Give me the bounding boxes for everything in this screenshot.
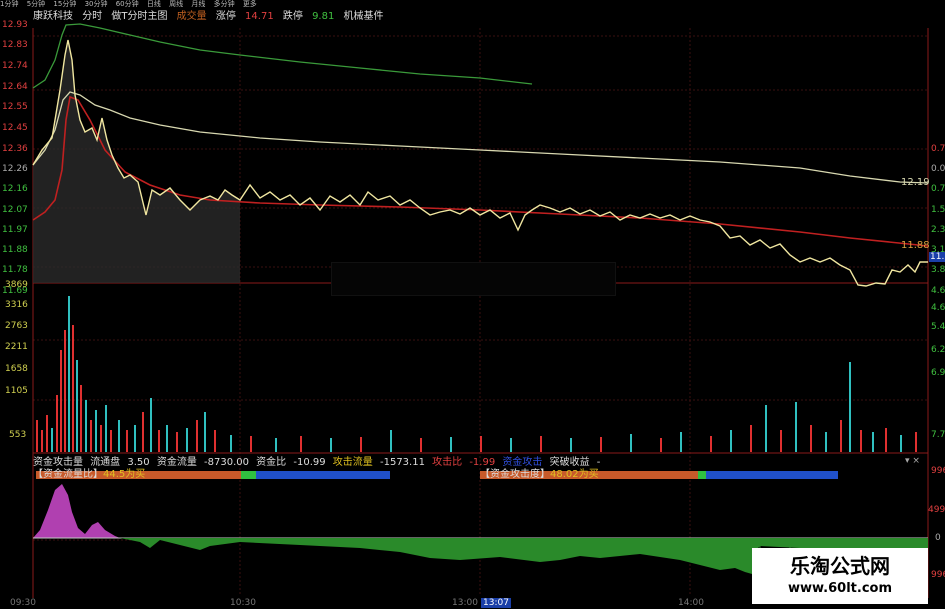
flow-ratio-bar-blue bbox=[256, 471, 390, 479]
volume-tick: 2763 bbox=[5, 321, 28, 331]
inflow-area bbox=[33, 484, 120, 538]
volume-tick: 3869 bbox=[5, 280, 28, 290]
flow-ratio-tag: 为买 bbox=[125, 469, 146, 480]
attack-bar-green bbox=[698, 471, 706, 479]
volume-tick: 1105 bbox=[5, 386, 28, 396]
profit-label: 突破收益 bbox=[549, 457, 590, 468]
price-tick: 12.83 bbox=[2, 40, 28, 50]
watermark-logo: 乐淘公式网 www.60lt.com bbox=[752, 548, 928, 604]
ratio-label: 资金比 bbox=[256, 457, 287, 468]
attack-ratio-value: -1.99 bbox=[469, 457, 496, 468]
pct-tick: 0.0 bbox=[931, 164, 945, 174]
volume-bars bbox=[36, 296, 917, 452]
attack-label: 攻击流量 bbox=[332, 457, 373, 468]
indicator-right-tick: 0 bbox=[935, 533, 941, 543]
ma-line-label: 11.88 bbox=[901, 240, 930, 251]
attack-value: -1573.11 bbox=[379, 457, 425, 468]
flow-ratio-label: 【资金流量比】44.5为买 bbox=[33, 469, 145, 480]
volume-right-tick: 6.2 bbox=[931, 345, 945, 355]
flow-label: 资金流量 bbox=[156, 457, 197, 468]
time-tick-start: 09:30 bbox=[10, 598, 36, 608]
pct-tick: 2.3 bbox=[931, 225, 945, 235]
volume-right-tick: 4.6 bbox=[931, 303, 945, 313]
price-tick: 12.45 bbox=[2, 123, 28, 133]
attack-degree-title: 【资金攻击度】 bbox=[480, 469, 550, 480]
price-tick: 12.64 bbox=[2, 82, 28, 92]
price-tick: 12.07 bbox=[2, 205, 28, 215]
flow-ratio-title: 【资金流量比】 bbox=[33, 469, 103, 480]
price-tick: 11.88 bbox=[2, 245, 28, 255]
price-tick: 11.78 bbox=[2, 265, 28, 275]
volume-right-tick: 5.4 bbox=[931, 322, 945, 332]
green-line bbox=[32, 23, 533, 89]
chevron-down-icon[interactable]: ▾ × bbox=[905, 456, 920, 466]
pct-tick: 3.8 bbox=[931, 265, 945, 275]
flow-ratio-bar-green bbox=[241, 471, 256, 479]
attack-degree-label: 【资金攻击度】48.02为买 bbox=[480, 469, 599, 480]
pct-tick: 0.7 bbox=[931, 184, 945, 194]
current-price-badge: 11. bbox=[929, 252, 945, 262]
indicator-right-tick: 996 bbox=[931, 466, 945, 476]
watermark-name: 乐淘公式网 bbox=[790, 554, 890, 578]
flow-value: -8730.00 bbox=[204, 457, 249, 468]
pct-tick: 1.5 bbox=[931, 205, 945, 215]
volume-right-tick: 7.7 bbox=[931, 430, 945, 440]
price-tick: 12.74 bbox=[2, 61, 28, 71]
attack-degree-value: 48.02 bbox=[550, 469, 579, 480]
attack-degree-tag: 为买 bbox=[578, 469, 599, 480]
volume-tick: 2211 bbox=[5, 342, 28, 352]
float-value: 3.50 bbox=[127, 457, 150, 468]
ratio-value: -10.99 bbox=[293, 457, 326, 468]
chart-canvas bbox=[32, 23, 929, 598]
redaction-box bbox=[331, 262, 616, 296]
price-tick: 11.97 bbox=[2, 225, 28, 235]
avg-line-label: 12.19 bbox=[901, 177, 930, 188]
price-tick: 12.36 bbox=[2, 144, 28, 154]
attack-ratio-label: 攻击比 bbox=[432, 457, 463, 468]
indicator-header: 资金攻击量 流通盘 3.50 资金流量 -8730.00 资金比 -10.99 … bbox=[33, 457, 604, 469]
capital-attack-label: 资金攻击 bbox=[502, 457, 543, 468]
cursor-time-badge: 13:07 bbox=[481, 598, 511, 608]
price-grid bbox=[33, 28, 928, 595]
time-tick-1400: 14:00 bbox=[678, 598, 704, 608]
pct-tick: 4.6 bbox=[931, 286, 945, 296]
volume-tick: 1658 bbox=[5, 364, 28, 374]
indicator-right-tick: 4996 bbox=[928, 505, 945, 515]
price-tick: 12.55 bbox=[2, 102, 28, 112]
attack-bar-blue bbox=[706, 471, 838, 479]
volume-right-tick: 6.9 bbox=[931, 368, 945, 378]
price-tick: 12.26 bbox=[2, 164, 28, 174]
time-tick-1300: 13:00 bbox=[452, 598, 478, 608]
price-tick: 12.16 bbox=[2, 184, 28, 194]
price-area-fill bbox=[33, 40, 240, 283]
pct-tick: 0.7 bbox=[931, 144, 945, 154]
watermark-url: www.60lt.com bbox=[787, 581, 893, 596]
indicator-right-tick: 996 bbox=[931, 570, 945, 580]
flow-ratio-value: 44.5 bbox=[103, 469, 126, 480]
indicator-title: 资金攻击量 bbox=[33, 457, 83, 468]
float-label: 流通盘 bbox=[90, 457, 121, 468]
volume-tick: 3316 bbox=[5, 300, 28, 310]
price-tick: 12.93 bbox=[2, 20, 28, 30]
volume-tick: 553 bbox=[9, 430, 27, 440]
time-tick-1030: 10:30 bbox=[230, 598, 256, 608]
profit-value: - bbox=[596, 457, 601, 468]
